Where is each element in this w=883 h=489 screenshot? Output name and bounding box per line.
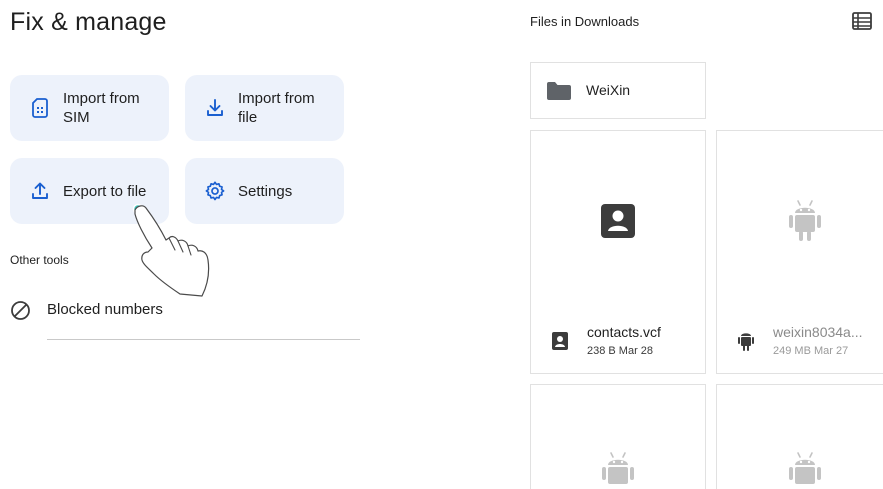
folder-item-weixin[interactable]: WeiXin	[530, 62, 706, 119]
file-item-contacts[interactable]: contacts.vcf 238 B Mar 28	[530, 130, 706, 374]
files-section-title: Files in Downloads	[530, 14, 640, 29]
list-view-icon[interactable]	[852, 12, 872, 30]
contact-thumbnail-icon	[600, 203, 636, 244]
file-size-date: 238 B Mar 28	[587, 345, 654, 357]
download-icon	[204, 97, 226, 119]
import-from-sim-button[interactable]: Import from SIM	[10, 75, 169, 141]
file-meta: contacts.vcf 238 B Mar 28	[531, 321, 705, 369]
file-size-date: 249 MB Mar 27	[773, 345, 849, 357]
folder-icon	[546, 81, 572, 101]
page-title: Fix & manage	[10, 8, 167, 36]
import-from-file-button[interactable]: Import from file	[185, 75, 344, 141]
upload-icon	[29, 180, 51, 202]
gear-icon	[204, 180, 226, 202]
import-from-file-label: Import from file	[238, 90, 315, 126]
contact-file-icon	[551, 331, 569, 351]
file-name: weixin8034a...	[773, 324, 863, 340]
screen: Fix & manage Import from SIM Import from…	[0, 0, 883, 489]
blocked-numbers-item[interactable]: Blocked numbers	[10, 297, 360, 323]
sim-card-icon	[29, 97, 51, 119]
divider	[47, 339, 360, 340]
other-tools-heading: Other tools	[10, 253, 69, 267]
android-thumbnail-icon	[602, 449, 634, 489]
android-thumbnail-icon	[789, 449, 821, 489]
android-thumbnail-icon	[789, 197, 821, 250]
blocked-numbers-label: Blocked numbers	[47, 301, 163, 318]
file-item[interactable]	[530, 384, 706, 489]
export-to-file-label: Export to file	[63, 182, 147, 200]
file-name: contacts.vcf	[587, 324, 661, 340]
block-icon	[10, 300, 31, 321]
android-icon	[737, 331, 755, 351]
file-meta: weixin8034a... 249 MB Mar 27	[717, 321, 883, 369]
file-item-weixin-apk[interactable]: weixin8034a... 249 MB Mar 27	[716, 130, 883, 374]
import-from-sim-label: Import from SIM	[63, 90, 140, 126]
folder-name: WeiXin	[586, 82, 631, 98]
tap-hand-icon	[128, 200, 214, 298]
settings-label: Settings	[238, 182, 293, 200]
file-item[interactable]	[716, 384, 883, 489]
